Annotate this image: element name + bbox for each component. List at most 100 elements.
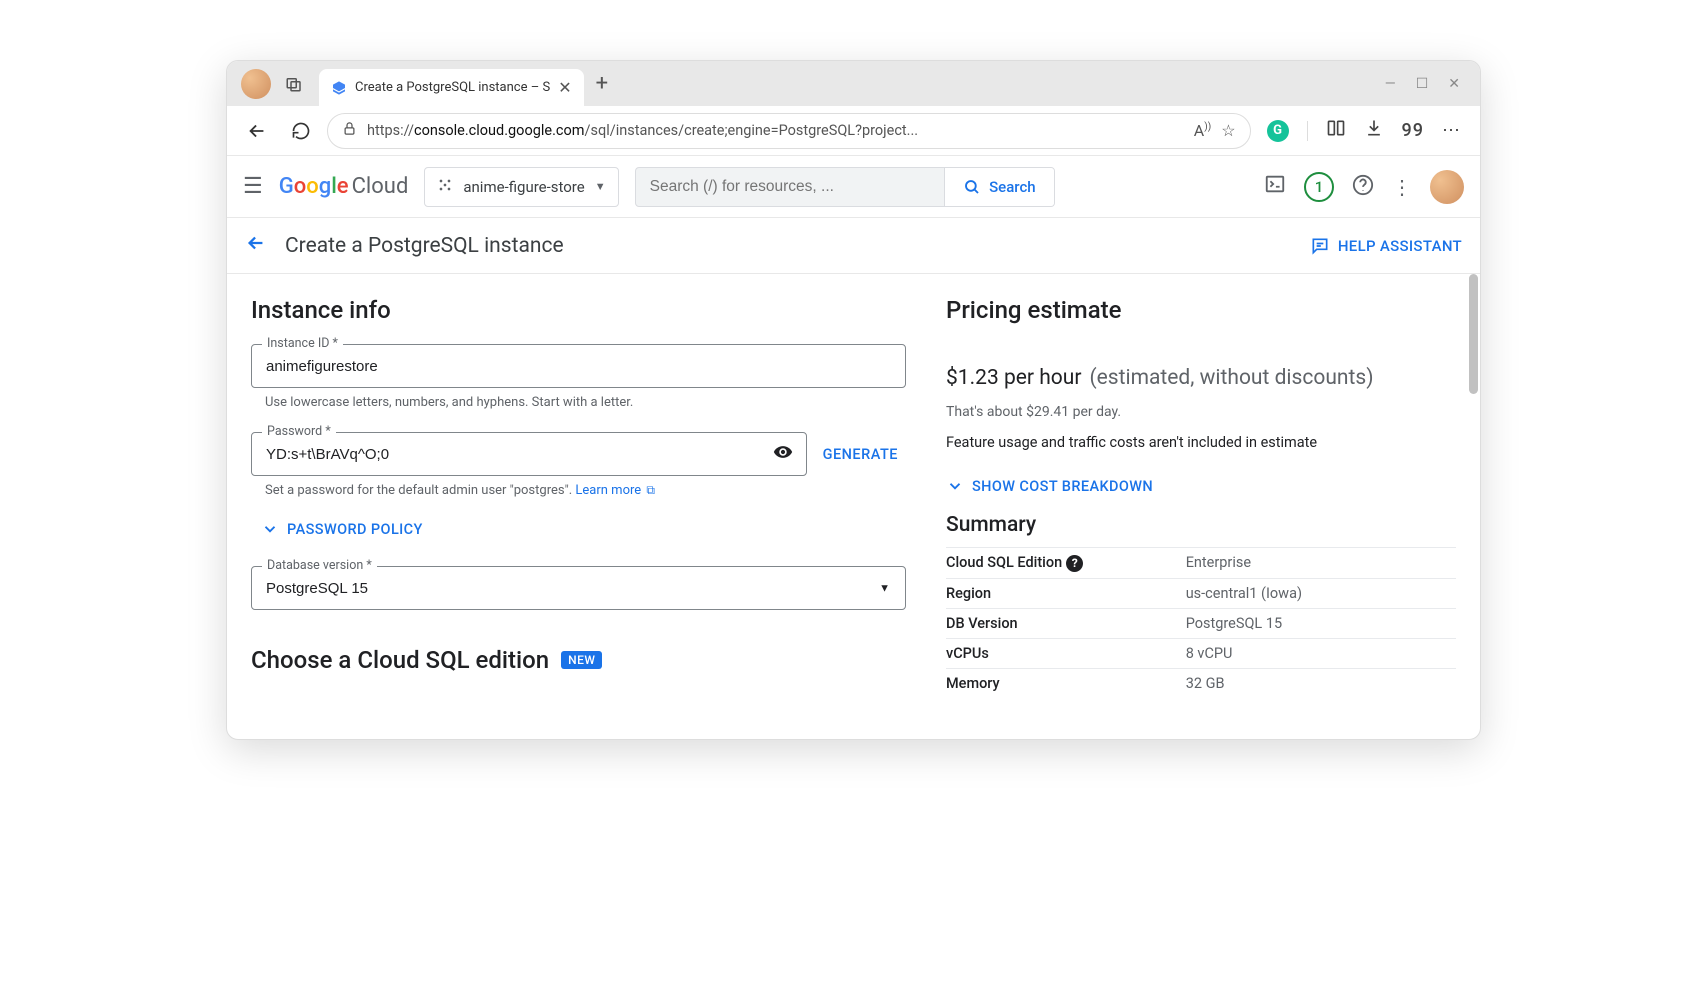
help-tooltip-icon[interactable]: ? xyxy=(1066,555,1083,572)
user-avatar[interactable] xyxy=(1430,170,1464,204)
summary-table: Cloud SQL Edition?EnterpriseRegionus-cen… xyxy=(946,547,1456,698)
cost-breakdown-label: SHOW COST BREAKDOWN xyxy=(972,478,1153,495)
header-actions: 1 ⋮ xyxy=(1264,170,1464,204)
help-icon[interactable] xyxy=(1352,174,1374,200)
summary-row: vCPUs8 vCPU xyxy=(946,638,1456,668)
summary-value: 8 vCPU xyxy=(1186,638,1456,668)
password-help: Set a password for the default admin use… xyxy=(265,483,906,498)
summary-value: 32 GB xyxy=(1186,668,1456,698)
site-info-lock-icon[interactable] xyxy=(342,121,357,140)
tab-title: Create a PostgreSQL instance – S xyxy=(355,80,550,95)
back-button[interactable] xyxy=(239,113,275,149)
summary-row: DB VersionPostgreSQL 15 xyxy=(946,608,1456,638)
google-logo-icon: Google xyxy=(279,174,349,199)
learn-more-link[interactable]: Learn more ⧉ xyxy=(575,483,655,498)
summary-value: us-central1 (Iowa) xyxy=(1186,578,1456,608)
show-password-icon[interactable] xyxy=(773,442,793,466)
search-icon xyxy=(963,178,981,196)
edition-heading-row: Choose a Cloud SQL edition NEW xyxy=(251,646,906,674)
database-version-label: Database version * xyxy=(262,558,377,573)
google-cloud-logo[interactable]: Google Cloud xyxy=(279,174,409,199)
cloud-sql-favicon-icon xyxy=(331,80,347,96)
url-text: https://console.cloud.google.com/sql/ins… xyxy=(367,122,1184,139)
database-version-field: Database version * ▼ xyxy=(251,566,906,610)
browser-menu-icon[interactable]: ⋯ xyxy=(1442,120,1460,141)
summary-row: Cloud SQL Edition?Enterprise xyxy=(946,548,1456,579)
split-screen-icon[interactable] xyxy=(1326,118,1346,143)
instance-id-help: Use lowercase letters, numbers, and hyph… xyxy=(265,395,906,410)
summary-key: Cloud SQL Edition? xyxy=(946,548,1186,579)
summary-heading: Summary xyxy=(946,513,1456,537)
summary-value: PostgreSQL 15 xyxy=(1186,608,1456,638)
instance-id-label: Instance ID * xyxy=(262,336,343,351)
project-selector[interactable]: anime-figure-store ▼ xyxy=(424,167,618,207)
help-assistant-button[interactable]: HELP ASSISTANT xyxy=(1310,236,1462,256)
summary-key: vCPUs xyxy=(946,638,1186,668)
navigation-menu-icon[interactable]: ☰ xyxy=(243,174,263,199)
project-name: anime-figure-store xyxy=(463,178,584,196)
instance-id-input[interactable] xyxy=(251,344,906,388)
favorite-star-icon[interactable]: ☆ xyxy=(1221,121,1235,140)
page-content: Instance info Instance ID * Use lowercas… xyxy=(227,274,1480,739)
price-note: Feature usage and traffic costs aren't i… xyxy=(946,434,1456,451)
help-assistant-label: HELP ASSISTANT xyxy=(1338,237,1462,255)
password-label: Password * xyxy=(262,424,336,439)
more-options-icon[interactable]: ⋮ xyxy=(1392,175,1412,199)
external-link-icon: ⧉ xyxy=(646,483,655,497)
search-input[interactable] xyxy=(636,178,944,196)
search-box: Search xyxy=(635,167,1055,207)
maximize-icon[interactable]: ☐ xyxy=(1416,76,1429,92)
close-window-icon[interactable]: ✕ xyxy=(1448,76,1460,92)
browser-extensions: G 99 ⋯ xyxy=(1259,118,1468,143)
password-policy-toggle[interactable]: PASSWORD POLICY xyxy=(261,520,906,538)
search-button-label: Search xyxy=(989,178,1036,196)
price-per-day: That's about $29.41 per day. xyxy=(946,404,1456,420)
price-qualifier: (estimated, without discounts) xyxy=(1089,366,1373,390)
free-trial-badge[interactable]: 1 xyxy=(1304,172,1334,202)
toolbar-divider xyxy=(1307,121,1308,141)
browser-tab[interactable]: Create a PostgreSQL instance – S ✕ xyxy=(319,69,584,107)
window-controls: — ☐ ✕ xyxy=(1385,76,1472,92)
minimize-icon[interactable]: — xyxy=(1385,76,1396,92)
chat-icon xyxy=(1310,236,1330,256)
refresh-button[interactable] xyxy=(283,113,319,149)
cost-breakdown-toggle[interactable]: SHOW COST BREAKDOWN xyxy=(946,477,1456,495)
browser-profile-avatar[interactable] xyxy=(241,69,271,99)
cloud-shell-icon[interactable] xyxy=(1264,173,1286,200)
summary-value: Enterprise xyxy=(1186,548,1456,579)
chevron-down-icon: ▼ xyxy=(595,180,606,193)
password-policy-label: PASSWORD POLICY xyxy=(287,521,423,538)
password-field: Password * xyxy=(251,432,807,476)
gcp-header: ☰ Google Cloud anime-figure-store ▼ Sear… xyxy=(227,156,1480,218)
chevron-down-icon xyxy=(946,477,964,495)
downloads-icon[interactable] xyxy=(1364,118,1384,143)
workspaces-icon[interactable] xyxy=(277,75,311,93)
collections-icon[interactable]: 99 xyxy=(1402,120,1424,141)
tab-close-icon[interactable]: ✕ xyxy=(558,78,571,97)
password-row: Password * GENERATE xyxy=(251,432,906,476)
scrollbar-thumb[interactable] xyxy=(1469,274,1478,394)
summary-key: Region xyxy=(946,578,1186,608)
address-bar[interactable]: https://console.cloud.google.com/sql/ins… xyxy=(327,113,1251,149)
chevron-down-icon xyxy=(261,520,279,538)
cloud-logo-text: Cloud xyxy=(352,174,409,199)
summary-row: Regionus-central1 (Iowa) xyxy=(946,578,1456,608)
browser-tab-strip: Create a PostgreSQL instance – S ✕ + — ☐… xyxy=(227,61,1480,106)
summary-row: Memory32 GB xyxy=(946,668,1456,698)
search-button[interactable]: Search xyxy=(944,168,1054,206)
browser-window: Create a PostgreSQL instance – S ✕ + — ☐… xyxy=(226,60,1481,740)
new-tab-button[interactable]: + xyxy=(596,71,608,96)
instance-id-field: Instance ID * xyxy=(251,344,906,388)
page-title-bar: Create a PostgreSQL instance HELP ASSIST… xyxy=(227,218,1480,274)
form-column: Instance info Instance ID * Use lowercas… xyxy=(251,296,906,739)
page-back-button[interactable] xyxy=(245,232,267,260)
project-icon xyxy=(437,177,453,197)
browser-toolbar: https://console.cloud.google.com/sql/ins… xyxy=(227,106,1480,156)
instance-info-heading: Instance info xyxy=(251,296,906,324)
edition-heading: Choose a Cloud SQL edition xyxy=(251,646,549,674)
new-badge: NEW xyxy=(561,651,602,669)
read-aloud-icon[interactable]: A)) xyxy=(1194,121,1211,140)
generate-password-button[interactable]: GENERATE xyxy=(823,446,906,463)
grammarly-extension-icon[interactable]: G xyxy=(1267,120,1289,142)
page-title: Create a PostgreSQL instance xyxy=(285,234,564,258)
